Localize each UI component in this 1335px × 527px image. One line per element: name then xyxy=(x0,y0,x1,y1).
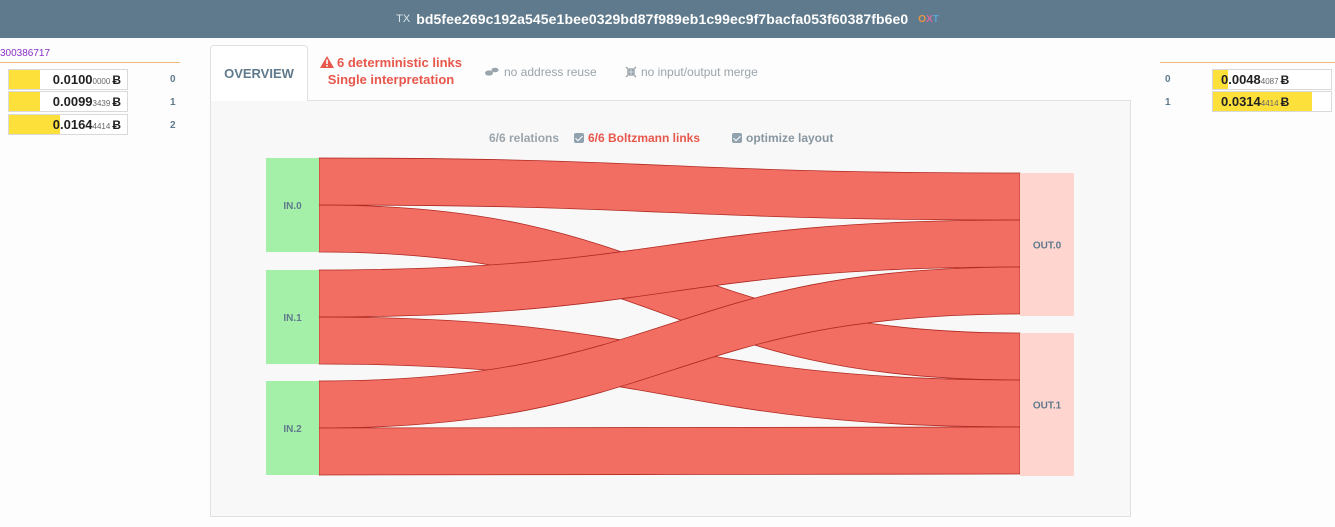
transaction-id[interactable]: bd5fee269c192a545e1bee0329bd87f989eb1c99… xyxy=(416,11,908,27)
oxt-link[interactable]: OXT xyxy=(918,14,939,25)
amount-fill-bar xyxy=(9,70,40,89)
input-index-2: 2 xyxy=(170,120,176,131)
tab-address-reuse[interactable]: no address reuse xyxy=(484,65,597,79)
output-amount-0[interactable]: 0.00484087 Ƀ xyxy=(1212,69,1332,90)
output-node-label-1: OUT.1 xyxy=(1033,401,1062,412)
deterministic-links-label: 6 deterministic links xyxy=(337,55,462,70)
output-node-label-0: OUT.0 xyxy=(1033,241,1062,252)
footprints-icon xyxy=(485,67,499,76)
tab-io-merge[interactable]: no input/output merge xyxy=(625,65,758,79)
warning-icon xyxy=(320,56,334,68)
inputs-divider xyxy=(0,62,180,63)
tx-prefix: TX xyxy=(396,13,411,25)
input-amount-1[interactable]: 0.00993439 Ƀ xyxy=(8,91,128,112)
input-amount-2[interactable]: 0.01644414 Ƀ xyxy=(8,114,128,135)
input-node-label-1: IN.1 xyxy=(283,313,302,324)
amount-fill-bar xyxy=(9,92,40,111)
output-index-0: 0 xyxy=(1165,74,1171,85)
link-in2-out1[interactable] xyxy=(318,426,1021,476)
outputs-divider xyxy=(1160,62,1335,63)
transaction-header: TX bd5fee269c192a545e1bee0329bd87f989eb1… xyxy=(0,0,1335,38)
single-interpretation-label: Single interpretation xyxy=(327,72,455,87)
tab-overview[interactable]: OVERVIEW xyxy=(210,45,308,101)
input-node-label-0: IN.0 xyxy=(283,201,302,212)
tab-deterministic-links[interactable]: 6 deterministic links Single interpretat… xyxy=(318,54,464,88)
input-address-link[interactable]: 300386717 xyxy=(0,48,50,59)
input-amount-0[interactable]: 0.01000000 Ƀ xyxy=(8,69,128,90)
output-amount-1[interactable]: 0.03144414 Ƀ xyxy=(1212,91,1332,112)
input-node-label-2: IN.2 xyxy=(283,424,302,435)
transaction-linkability-diagram: IN.0 IN.1 IN.2 OUT.0 OUT.1 xyxy=(266,157,1074,476)
output-index-1: 1 xyxy=(1165,97,1171,108)
input-index-1: 1 xyxy=(170,97,176,108)
compress-icon xyxy=(625,66,637,78)
input-index-0: 0 xyxy=(170,74,176,85)
